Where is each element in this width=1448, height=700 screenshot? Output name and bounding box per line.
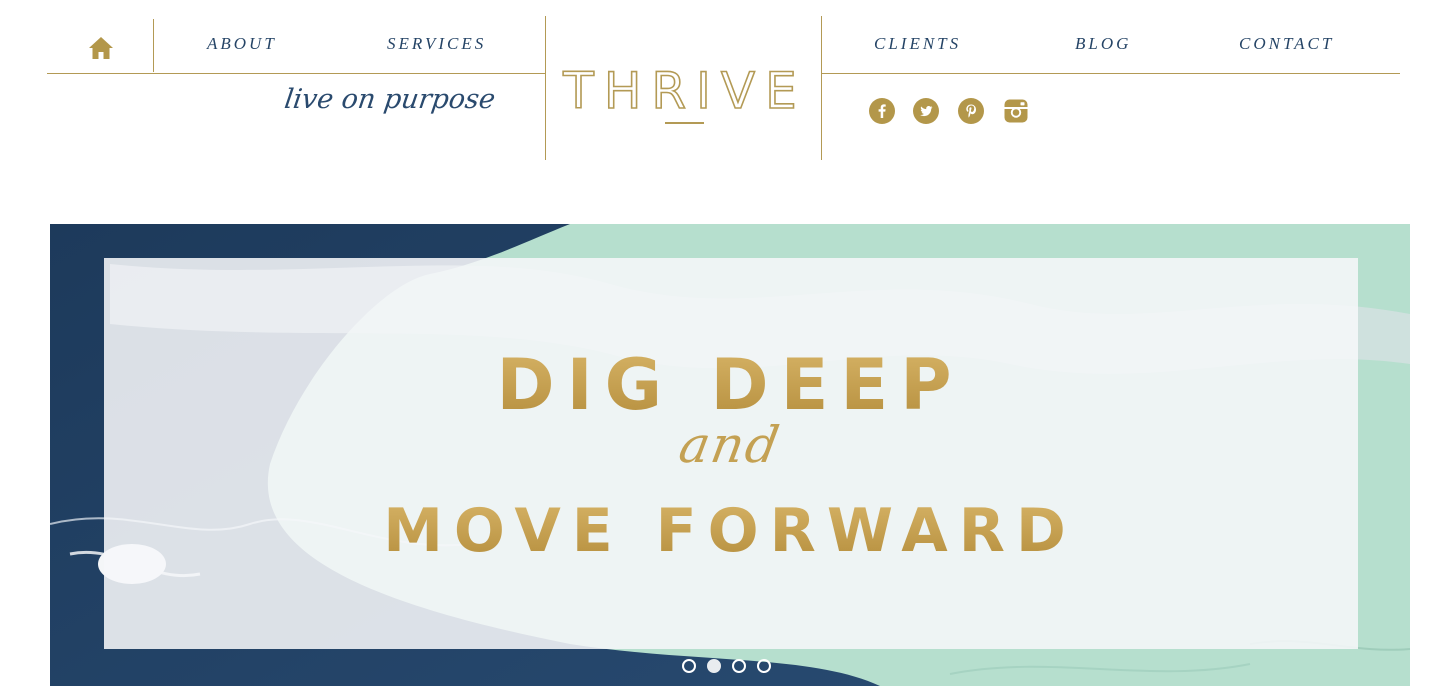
facebook-icon[interactable] [869,98,895,124]
nav-about[interactable]: ABOUT [207,34,277,54]
nav-contact[interactable]: CONTACT [1239,34,1334,54]
nav-clients[interactable]: CLIENTS [874,34,961,54]
nav-services[interactable]: SERVICES [387,34,486,54]
pinterest-icon[interactable] [958,98,984,124]
instagram-icon[interactable] [1003,98,1029,124]
home-icon[interactable] [88,36,114,60]
header-rule-left [47,73,546,74]
hero-headline-connector: and [674,416,786,474]
logo-text: THRIVE [562,62,806,120]
header-divider-logo-left [545,16,546,160]
slider-dot-2[interactable] [707,659,721,673]
slider-pagination [682,659,782,679]
site-logo[interactable]: THRIVE [557,61,813,128]
slider-dot-4[interactable] [757,659,771,673]
hero-headline-line1: DIG DEEP [50,344,1410,426]
slider-dot-1[interactable] [682,659,696,673]
twitter-icon[interactable] [913,98,939,124]
hero-headline-line2: MOVE FORWARD [50,496,1410,566]
tagline: live on purpose [282,84,498,115]
header-divider-logo-right [821,16,822,160]
header-rule-right [822,73,1400,74]
hero-slider: DIG DEEP and MOVE FORWARD [50,224,1410,686]
nav-blog[interactable]: BLOG [1075,34,1131,54]
slider-dot-3[interactable] [732,659,746,673]
header-divider-home [153,19,154,72]
